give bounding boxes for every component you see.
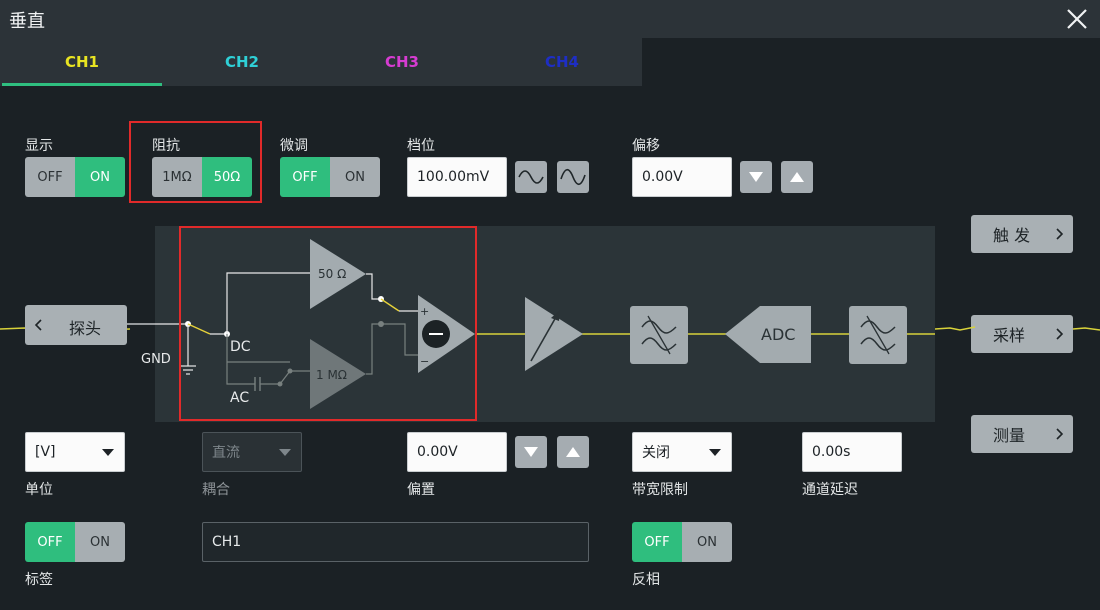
tab-ch1[interactable]: CH1: [2, 38, 162, 86]
signal-trace: [934, 326, 976, 331]
impedance-50-option[interactable]: 50Ω: [202, 157, 252, 197]
chevron-down-icon: [279, 449, 291, 456]
coupling-value: 直流: [212, 445, 240, 461]
tag-text-value: CH1: [212, 534, 242, 550]
invert-label: 反相: [632, 572, 660, 588]
bias-label: 偏置: [407, 482, 435, 498]
chevron-left-icon: [34, 319, 42, 331]
triangle-up-icon: [566, 447, 580, 457]
tag-off-option[interactable]: OFF: [25, 522, 75, 562]
offset-value: 0.00V: [642, 169, 683, 185]
unit-select[interactable]: [V]: [25, 432, 125, 472]
fine-on-option[interactable]: ON: [330, 157, 380, 197]
unit-label: 单位: [25, 482, 53, 498]
delay-label: 通道延迟: [802, 482, 858, 498]
triangle-up-icon: [790, 172, 804, 182]
tab-ch4-label: CH4: [545, 53, 579, 71]
probe-button[interactable]: 探头: [25, 305, 127, 345]
bias-input[interactable]: 0.00V: [407, 432, 507, 472]
fine-off-option[interactable]: OFF: [280, 157, 330, 197]
offset-label: 偏移: [632, 138, 660, 154]
display-toggle[interactable]: OFF ON: [25, 157, 125, 197]
bias-increase-button[interactable]: [557, 436, 589, 468]
tag-text-input[interactable]: CH1: [202, 522, 589, 562]
display-off-option[interactable]: OFF: [25, 157, 75, 197]
ac-label: AC: [230, 390, 249, 406]
triangle-down-icon: [524, 447, 538, 457]
impedance-toggle[interactable]: 1MΩ 50Ω: [152, 157, 252, 197]
amp-50-label: 50 Ω: [318, 267, 346, 281]
bandwidth-label: 带宽限制: [632, 482, 688, 498]
amp-1m-label: 1 MΩ: [316, 368, 347, 382]
dialog-title: 垂直: [9, 11, 45, 32]
scale-value: 100.00mV: [417, 169, 490, 185]
active-tab-indicator: [2, 83, 162, 86]
gnd-label: GND: [141, 352, 171, 367]
tab-ch1-label: CH1: [65, 53, 99, 71]
coupling-select: 直流: [202, 432, 302, 472]
scale-coarse-button[interactable]: [515, 161, 547, 193]
close-button[interactable]: [1066, 8, 1088, 30]
bandwidth-value: 关闭: [642, 445, 670, 461]
dc-label: DC: [230, 339, 251, 355]
chevron-down-icon: [102, 449, 114, 456]
invert-toggle[interactable]: OFF ON: [632, 522, 732, 562]
delay-value: 0.00s: [812, 444, 851, 460]
tag-on-option[interactable]: ON: [75, 522, 125, 562]
delay-input[interactable]: 0.00s: [802, 432, 902, 472]
tab-ch2-label: CH2: [225, 53, 259, 71]
impedance-1m-option[interactable]: 1MΩ: [152, 157, 202, 197]
unit-value: [V]: [35, 444, 56, 460]
bias-value: 0.00V: [417, 444, 458, 460]
offset-increase-button[interactable]: [781, 161, 813, 193]
tag-label: 标签: [25, 572, 53, 588]
adc-label: ADC: [761, 325, 795, 344]
probe-button-label: 探头: [69, 319, 102, 338]
signal-path-diagram: GND DC AC 50 Ω 1 MΩ + − ADC: [0, 226, 1100, 422]
signal-trace: [1072, 327, 1100, 331]
scale-fine-button[interactable]: [557, 161, 589, 193]
tab-ch3-label: CH3: [385, 53, 419, 71]
display-on-option[interactable]: ON: [75, 157, 125, 197]
invert-on-option[interactable]: ON: [682, 522, 732, 562]
display-label: 显示: [25, 138, 53, 154]
fine-label: 微调: [280, 138, 308, 154]
plus-label: +: [420, 305, 429, 318]
fine-toggle[interactable]: OFF ON: [280, 157, 380, 197]
minus-label: −: [420, 355, 429, 368]
title-bar: [0, 0, 1100, 38]
triangle-down-icon: [749, 172, 763, 182]
scale-input[interactable]: 100.00mV: [407, 157, 507, 197]
offset-decrease-button[interactable]: [740, 161, 772, 193]
impedance-label: 阻抗: [152, 138, 180, 154]
tab-ch4[interactable]: CH4: [482, 38, 642, 86]
coupling-label: 耦合: [202, 482, 230, 498]
bias-decrease-button[interactable]: [515, 436, 547, 468]
sine-wave-icon: [518, 170, 544, 184]
offset-input[interactable]: 0.00V: [632, 157, 732, 197]
sine-wave-icon: [560, 168, 586, 186]
invert-off-option[interactable]: OFF: [632, 522, 682, 562]
tab-ch2[interactable]: CH2: [162, 38, 322, 86]
tag-toggle[interactable]: OFF ON: [25, 522, 125, 562]
bandwidth-select[interactable]: 关闭: [632, 432, 732, 472]
close-icon: [1067, 9, 1087, 29]
chevron-down-icon: [709, 449, 721, 456]
scale-label: 档位: [407, 138, 435, 154]
tab-ch3[interactable]: CH3: [322, 38, 482, 86]
